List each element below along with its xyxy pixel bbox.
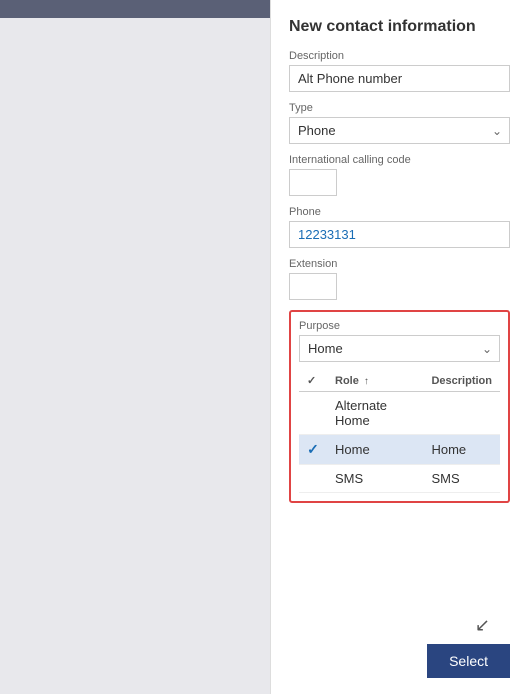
row-check: ✓ <box>299 435 327 465</box>
row-role: Alternate Home <box>327 392 423 435</box>
type-label: Type <box>289 102 510 114</box>
row-description: SMS <box>423 465 500 493</box>
row-check <box>299 465 327 493</box>
row-description <box>423 392 500 435</box>
table-header-role[interactable]: Role ↑ <box>327 370 423 392</box>
description-label: Description <box>289 50 510 62</box>
phone-input[interactable] <box>289 221 510 248</box>
right-panel: New contact information Description Type… <box>270 0 528 694</box>
purpose-label: Purpose <box>299 320 500 332</box>
table-row[interactable]: ✓ Home Home <box>299 435 500 465</box>
purpose-select[interactable]: Home Business Mobile Other <box>299 335 500 362</box>
intl-code-input[interactable] <box>289 169 337 196</box>
role-table: ✓ Role ↑ Description Alternate Home ✓ <box>299 370 500 493</box>
table-header-check: ✓ <box>299 370 327 392</box>
type-select[interactable]: Phone Email URL <box>289 117 510 144</box>
purpose-section: Purpose Home Business Mobile Other ⌄ ✓ R… <box>289 310 510 503</box>
phone-label: Phone <box>289 206 510 218</box>
page-title: New contact information <box>289 18 510 36</box>
purpose-select-wrapper: Home Business Mobile Other ⌄ <box>299 335 500 362</box>
row-role: SMS <box>327 465 423 493</box>
cursor-indicator: ↙ <box>475 615 490 636</box>
extension-group: Extension <box>289 258 510 300</box>
row-description: Home <box>423 435 500 465</box>
row-check <box>299 392 327 435</box>
intl-code-group: International calling code <box>289 154 510 196</box>
phone-group: Phone <box>289 206 510 248</box>
type-select-wrapper: Phone Email URL ⌄ <box>289 117 510 144</box>
description-input[interactable] <box>289 65 510 92</box>
purpose-group: Purpose Home Business Mobile Other ⌄ <box>299 320 500 362</box>
left-panel <box>0 0 270 694</box>
sort-icon: ↑ <box>364 376 369 387</box>
select-button[interactable]: Select <box>427 644 510 678</box>
left-panel-top-bar <box>0 0 270 18</box>
checkmark-icon: ✓ <box>307 441 319 457</box>
table-row[interactable]: Alternate Home <box>299 392 500 435</box>
extension-input[interactable] <box>289 273 337 300</box>
table-row[interactable]: SMS SMS <box>299 465 500 493</box>
type-group: Type Phone Email URL ⌄ <box>289 102 510 144</box>
row-role: Home <box>327 435 423 465</box>
bottom-area: ↙ Select <box>289 511 510 678</box>
description-group: Description <box>289 50 510 92</box>
extension-label: Extension <box>289 258 510 270</box>
intl-code-label: International calling code <box>289 154 510 166</box>
table-header-description: Description <box>423 370 500 392</box>
